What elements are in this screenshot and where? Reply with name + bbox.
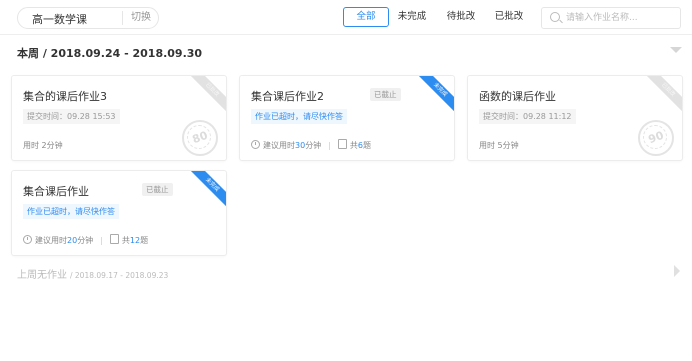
course-selector[interactable]: 高一数学课 切换: [17, 7, 159, 29]
tab-all[interactable]: 全部: [343, 7, 389, 27]
homework-card[interactable]: 集合课后作业 已截止 作业已超时，请尽快作答 建议用时20分钟 | 共12题 未完成: [11, 170, 227, 256]
previous-week-label: 上周无作业: [17, 270, 67, 281]
graded-ribbon-label: 已批改: [190, 76, 226, 112]
homework-title: 集合课后作业2: [251, 90, 324, 103]
homework-card[interactable]: 函数的课后作业 提交时间：09.28 11:12 用时 5分钟 已批改 90: [467, 75, 683, 161]
unfinished-ribbon-label: 未完成: [418, 76, 454, 112]
homework-title: 集合的课后作业3: [23, 90, 107, 103]
previous-week-section[interactable]: 上周无作业/ 2018.09.17 - 2018.09.23: [17, 266, 168, 281]
top-bar: 高一数学课 切换 全部 未完成 待批改 已批改: [0, 0, 692, 35]
tab-to-be-graded[interactable]: 待批改: [441, 7, 481, 27]
status-ribbon: 未完成: [418, 76, 454, 112]
overdue-tip: 作业已超时，请尽快作答: [251, 109, 347, 124]
graded-ribbon-label: 已批改: [646, 76, 682, 112]
closed-badge: 已截止: [142, 183, 173, 196]
status-ribbon: 已批改: [646, 76, 682, 112]
score-stamp-icon: 80: [182, 120, 218, 156]
clock-icon: [251, 140, 260, 149]
week-title: 本周 / 2018.09.24 - 2018.09.30: [17, 47, 203, 60]
search-input[interactable]: [566, 8, 674, 28]
clock-icon: [23, 235, 32, 244]
homework-title: 函数的课后作业: [479, 90, 556, 103]
duration-text: 用时 5分钟: [479, 141, 519, 150]
question-count-icon: [109, 234, 119, 244]
suggested-time: 建议用时20分钟 | 共12题: [23, 234, 148, 246]
search-box: [541, 7, 681, 29]
submit-time: 提交时间：09.28 11:12: [479, 109, 576, 124]
search-icon[interactable]: [550, 12, 560, 22]
course-name: 高一数学课: [32, 13, 87, 26]
question-count-icon: [337, 139, 347, 149]
collapse-arrow-icon[interactable]: [670, 47, 682, 53]
suggested-time: 建议用时30分钟 | 共6题: [251, 139, 371, 151]
previous-week-range: / 2018.09.17 - 2018.09.23: [70, 271, 169, 280]
homework-title: 集合课后作业: [23, 185, 89, 198]
closed-badge: 已截止: [370, 88, 401, 101]
switch-course-button[interactable]: 切换: [122, 11, 151, 25]
submit-time: 提交时间：09.28 15:53: [23, 109, 120, 124]
status-ribbon: 未完成: [190, 171, 226, 207]
homework-card[interactable]: 集合课后作业2 已截止 作业已超时，请尽快作答 建议用时30分钟 | 共6题 未完成: [239, 75, 455, 161]
status-ribbon: 已批改: [190, 76, 226, 112]
tab-graded[interactable]: 已批改: [489, 7, 529, 27]
expand-arrow-icon[interactable]: [674, 265, 680, 277]
overdue-tip: 作业已超时，请尽快作答: [23, 204, 119, 219]
unfinished-ribbon-label: 未完成: [190, 171, 226, 207]
duration-text: 用时 2分钟: [23, 141, 63, 150]
score-stamp-icon: 90: [638, 120, 674, 156]
tab-unfinished[interactable]: 未完成: [392, 7, 432, 27]
homework-card[interactable]: 集合的课后作业3 提交时间：09.28 15:53 用时 2分钟 已批改 80: [11, 75, 227, 161]
